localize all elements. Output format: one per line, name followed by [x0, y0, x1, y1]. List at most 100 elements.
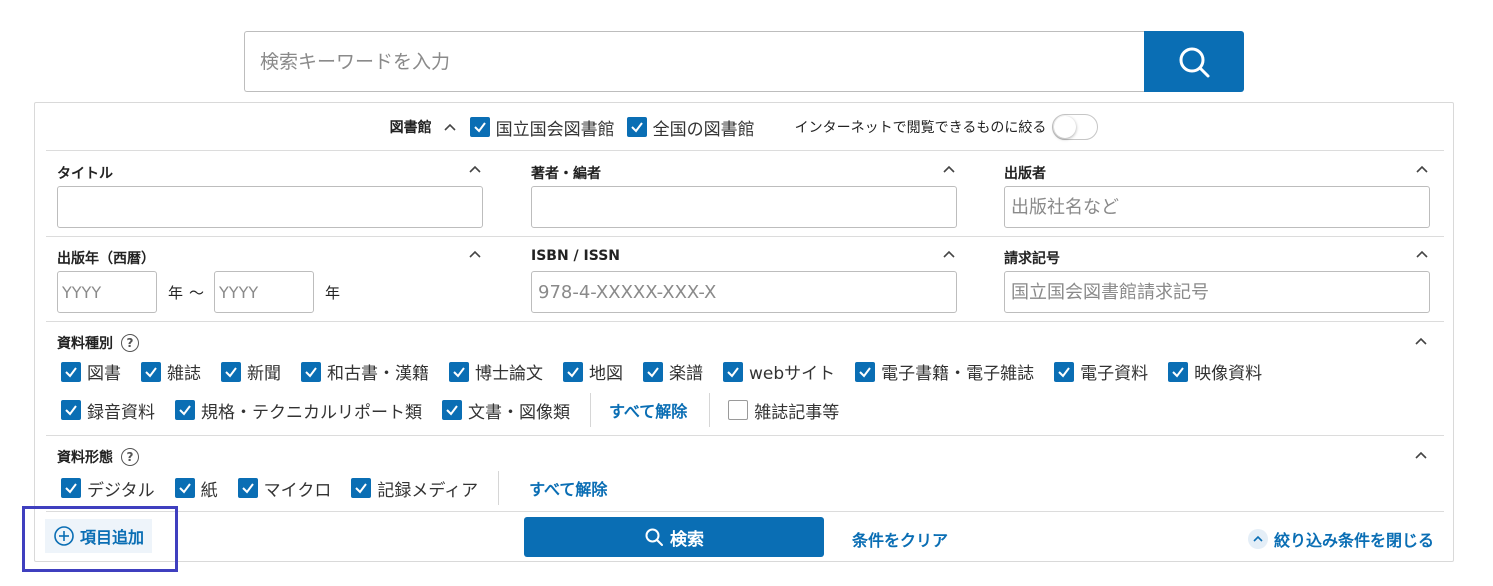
- help-icon[interactable]: ?: [121, 334, 139, 352]
- chevron-up-icon[interactable]: [442, 121, 458, 133]
- material-type-row2: 録音資料 規格・テクニカルリポート類 文書・図像類 すべて解除 雑誌記事等: [61, 393, 859, 427]
- publisher-input[interactable]: [1004, 186, 1430, 228]
- checkbox-checked-icon: [1054, 361, 1075, 382]
- close-filters-label: 絞り込み条件を閉じる: [1273, 531, 1434, 550]
- chevron-up-icon[interactable]: [467, 248, 483, 260]
- chevron-up-icon[interactable]: [941, 248, 957, 260]
- checkbox-label: 規格・テクニカルリポート類: [201, 402, 422, 423]
- year-tilde: 〜: [189, 283, 205, 302]
- article-checkbox[interactable]: 雑誌記事等: [728, 398, 839, 423]
- checkbox-checked-icon: [442, 400, 462, 420]
- checkbox-checked-icon: [626, 117, 647, 137]
- divider: [46, 321, 1444, 322]
- checkbox-item[interactable]: 録音資料: [61, 398, 155, 423]
- call-number-field: 請求記号: [1004, 248, 1430, 314]
- checkbox-item[interactable]: 新聞: [221, 359, 281, 384]
- author-label: 著者・編者: [531, 166, 601, 182]
- checkbox-checked-icon: [61, 400, 81, 420]
- year-from-input[interactable]: [57, 271, 157, 313]
- checkbox-item[interactable]: 博士論文: [449, 359, 543, 384]
- library-ndl-checkbox[interactable]: 国立国会図書館: [469, 115, 615, 140]
- library-label: 図書館: [389, 120, 432, 136]
- library-all-checkbox[interactable]: 全国の図書館: [626, 115, 755, 140]
- checkbox-label: 電子書籍・電子雑誌: [881, 364, 1035, 384]
- checkbox-label: マイクロ: [263, 480, 332, 501]
- checkbox-item[interactable]: webサイト: [723, 359, 835, 384]
- material-form-row: デジタル 紙 マイクロ 記録メディア すべて解除: [61, 471, 629, 505]
- material-type-section: 資料種別 ? 図書 雑誌 新聞 和古書・漢籍 博士論文 地図 楽譜 webサイト 電子書籍・電子…: [35, 333, 1453, 433]
- call-number-input[interactable]: [1004, 271, 1430, 313]
- checkbox-checked-icon: [643, 361, 663, 382]
- isbn-input[interactable]: [531, 271, 957, 313]
- material-type-row2-items: 録音資料 規格・テクニカルリポート類 文書・図像類: [61, 398, 590, 423]
- search-button[interactable]: [1144, 31, 1244, 92]
- checkbox-label: 映像資料: [1194, 364, 1263, 384]
- material-type-clear-all-link[interactable]: すべて解除: [609, 398, 687, 422]
- checkbox-item[interactable]: 記録メディア: [351, 476, 478, 501]
- checkbox-checked-icon: [449, 361, 469, 382]
- chevron-up-icon[interactable]: [941, 163, 957, 175]
- checkbox-checked-icon: [61, 361, 81, 382]
- close-filters-link[interactable]: 絞り込み条件を閉じる: [1247, 527, 1434, 551]
- internet-toggle[interactable]: [1052, 114, 1099, 140]
- call-number-label: 請求記号: [1004, 251, 1060, 267]
- author-field: 著者・編者: [531, 163, 957, 229]
- search-input[interactable]: [244, 31, 1144, 92]
- title-input[interactable]: [57, 186, 483, 228]
- divider: [46, 435, 1444, 436]
- checkbox-label: 図書: [87, 364, 121, 384]
- checkbox-item[interactable]: マイクロ: [237, 476, 332, 501]
- checkbox-label: 紙: [200, 480, 218, 501]
- year-range: 年 〜 年: [57, 271, 350, 313]
- checkbox-item[interactable]: 地図: [563, 359, 623, 384]
- help-icon[interactable]: ?: [121, 448, 139, 466]
- publisher-label: 出版者: [1004, 166, 1046, 182]
- checkbox-item[interactable]: 文書・図像類: [442, 398, 570, 423]
- year-unit: 年: [168, 283, 184, 302]
- checkbox-item[interactable]: 楽譜: [643, 359, 703, 384]
- checkbox-checked-icon: [1168, 361, 1189, 382]
- clear-conditions-link[interactable]: 条件をクリア: [852, 527, 948, 551]
- chevron-up-circle-icon: [1247, 529, 1268, 549]
- checkbox-checked-icon: [723, 361, 743, 382]
- checkbox-checked-icon: [469, 117, 490, 137]
- checkbox-label: 記録メディア: [377, 480, 479, 501]
- divider: [46, 236, 1444, 237]
- year-to-input[interactable]: [214, 271, 315, 313]
- submit-search-button[interactable]: 検索: [524, 517, 824, 557]
- chevron-up-icon[interactable]: [1413, 335, 1429, 347]
- material-form-header: 資料形態 ?: [57, 447, 139, 467]
- checkbox-label: 雑誌記事等: [754, 402, 840, 423]
- checkbox-checked-icon: [563, 361, 583, 382]
- checkbox-label: 地図: [589, 364, 623, 384]
- checkbox-item[interactable]: 紙: [174, 476, 218, 501]
- checkbox-item[interactable]: 雑誌: [141, 359, 201, 384]
- material-form-items: デジタル 紙 マイクロ 記録メディア: [61, 476, 498, 501]
- checkbox-label: 全国の図書館: [652, 119, 755, 140]
- checkbox-item[interactable]: 電子書籍・電子雑誌: [855, 359, 1034, 384]
- chevron-up-icon[interactable]: [1413, 449, 1429, 461]
- checkbox-item[interactable]: 和古書・漢籍: [301, 359, 429, 384]
- checkbox-item[interactable]: 電子資料: [1054, 359, 1148, 384]
- material-form-clear-all-link[interactable]: すべて解除: [529, 476, 607, 500]
- checkbox-item[interactable]: 規格・テクニカルリポート類: [175, 398, 422, 423]
- checkbox-item[interactable]: 図書: [61, 359, 121, 384]
- checkbox-checked-icon: [237, 478, 258, 498]
- toggle-knob: [1054, 116, 1077, 138]
- isbn-field: ISBN / ISSN: [531, 248, 957, 314]
- checkbox-checked-icon: [175, 400, 195, 420]
- chevron-up-icon[interactable]: [1414, 248, 1430, 260]
- chevron-up-icon[interactable]: [1414, 163, 1430, 175]
- checkbox-item[interactable]: 映像資料: [1168, 359, 1262, 384]
- checkbox-label: デジタル: [87, 480, 155, 501]
- separator: [709, 393, 711, 427]
- checkbox-label: 楽譜: [669, 364, 703, 384]
- checkbox-checked-icon: [221, 361, 241, 382]
- author-input[interactable]: [531, 186, 957, 228]
- chevron-up-icon[interactable]: [467, 163, 483, 175]
- checkbox-checked-icon: [174, 478, 195, 498]
- checkbox-label: 国立国会図書館: [495, 119, 615, 140]
- checkbox-label: webサイト: [749, 364, 836, 384]
- checkbox-unchecked-icon: [728, 400, 749, 420]
- checkbox-item[interactable]: デジタル: [61, 476, 155, 501]
